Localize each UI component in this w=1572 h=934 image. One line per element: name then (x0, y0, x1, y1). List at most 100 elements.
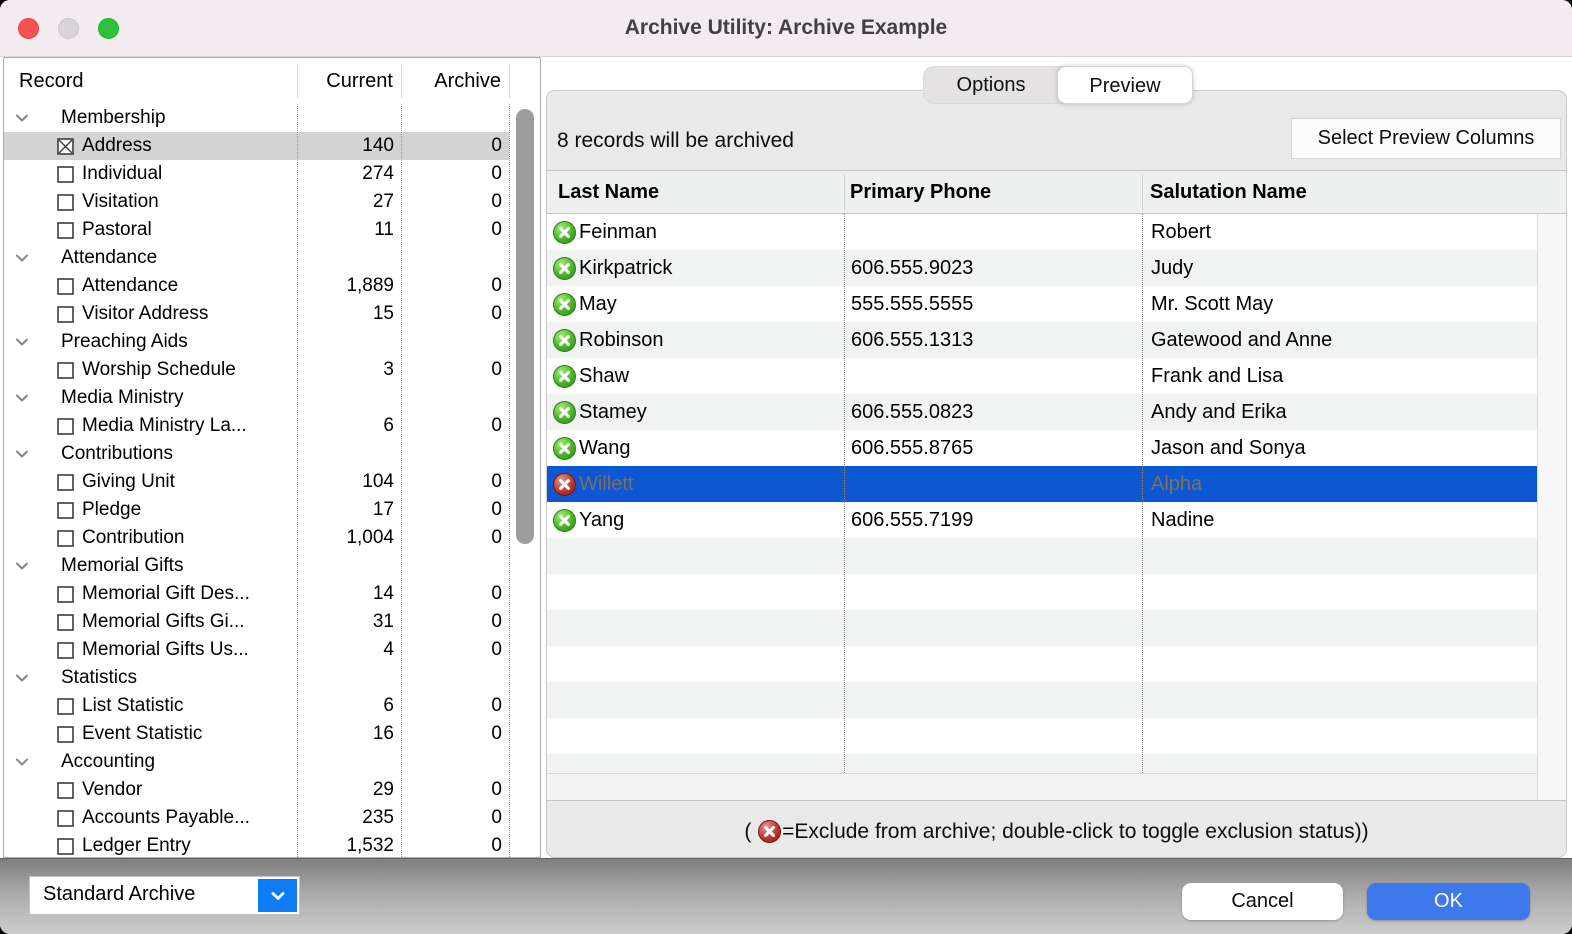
tree-group-row[interactable]: Accounting (4, 748, 509, 776)
chevron-down-icon[interactable] (13, 109, 31, 127)
column-header-primary-phone[interactable]: Primary Phone (850, 181, 991, 204)
checkbox-unchecked-icon[interactable] (57, 641, 74, 659)
preview-table-empty-row[interactable] (547, 682, 1537, 718)
chevron-down-icon[interactable] (13, 445, 31, 463)
tree-group-row[interactable]: Preaching Aids (4, 328, 509, 356)
preview-table-row[interactable]: Stamey 606.555.0823 Andy and Erika (547, 394, 1537, 430)
tree-item-row[interactable]: Memorial Gift Des... 14 0 (4, 580, 509, 608)
include-x-icon[interactable] (553, 292, 576, 316)
chevron-down-icon[interactable] (13, 333, 31, 351)
tree-group-row[interactable]: Statistics (4, 664, 509, 692)
tree-item-row[interactable]: Visitor Address 15 0 (4, 300, 509, 328)
tab-options[interactable]: Options (924, 67, 1058, 103)
preview-table-row[interactable]: Kirkpatrick 606.555.9023 Judy (547, 250, 1537, 286)
checkbox-unchecked-icon[interactable] (57, 837, 74, 855)
tree-item-row[interactable]: Event Statistic 16 0 (4, 720, 509, 748)
checkbox-unchecked-icon[interactable] (57, 809, 74, 827)
checkbox-unchecked-icon[interactable] (57, 277, 74, 295)
column-header-archive[interactable]: Archive (399, 70, 501, 93)
checkbox-unchecked-icon[interactable] (57, 501, 74, 519)
tree-item-row[interactable]: Memorial Gifts Gi... 31 0 (4, 608, 509, 636)
tree-archive-count: 0 (491, 163, 502, 184)
preview-table-row[interactable]: Wang 606.555.8765 Jason and Sonya (547, 430, 1537, 466)
include-x-icon[interactable] (553, 400, 576, 424)
archive-type-combobox[interactable]: Standard Archive (29, 876, 300, 915)
include-x-icon[interactable] (553, 220, 576, 244)
checkbox-unchecked-icon[interactable] (57, 361, 74, 379)
include-x-icon[interactable] (553, 508, 576, 532)
preview-table-empty-row[interactable] (547, 646, 1537, 682)
checkbox-checked-icon[interactable] (57, 137, 74, 155)
tree-item-row[interactable]: Vendor 29 0 (4, 776, 509, 804)
tree-group-row[interactable]: Membership (4, 104, 509, 132)
checkbox-unchecked-icon[interactable] (57, 193, 74, 211)
preview-table-row[interactable]: May 555.555.5555 Mr. Scott May (547, 286, 1537, 322)
tree-item-row[interactable]: Worship Schedule 3 0 (4, 356, 509, 384)
column-header-record[interactable]: Record (19, 70, 83, 93)
chevron-down-icon[interactable] (13, 389, 31, 407)
checkbox-unchecked-icon[interactable] (57, 221, 74, 239)
tree-item-row[interactable]: Giving Unit 104 0 (4, 468, 509, 496)
preview-table-empty-row[interactable] (547, 718, 1537, 754)
checkbox-unchecked-icon[interactable] (57, 165, 74, 183)
tree-item-row[interactable]: Media Ministry La... 6 0 (4, 412, 509, 440)
close-button-icon[interactable] (18, 18, 39, 39)
tree-item-row[interactable]: List Statistic 6 0 (4, 692, 509, 720)
checkbox-unchecked-icon[interactable] (57, 473, 74, 491)
titlebar[interactable]: Archive Utility: Archive Example (0, 0, 1572, 57)
checkbox-unchecked-icon[interactable] (57, 725, 74, 743)
column-header-last-name[interactable]: Last Name (558, 181, 659, 204)
tree-group-label: Statistics (61, 667, 138, 688)
include-x-icon[interactable] (553, 436, 576, 460)
cancel-button[interactable]: Cancel (1182, 883, 1343, 920)
preview-table-row[interactable]: Shaw Frank and Lisa (547, 358, 1537, 394)
preview-table-empty-row[interactable] (547, 610, 1537, 646)
include-x-icon[interactable] (553, 328, 576, 352)
checkbox-unchecked-icon[interactable] (57, 585, 74, 603)
checkbox-unchecked-icon[interactable] (57, 529, 74, 547)
checkbox-unchecked-icon[interactable] (57, 781, 74, 799)
chevron-down-icon[interactable] (13, 753, 31, 771)
include-x-icon[interactable] (553, 256, 576, 280)
chevron-down-icon[interactable] (13, 557, 31, 575)
tree-item-row[interactable]: Address 140 0 (4, 132, 509, 160)
tree-scrollbar-thumb[interactable] (516, 109, 534, 544)
exclude-x-icon[interactable] (553, 472, 576, 496)
tree-item-row[interactable]: Pledge 17 0 (4, 496, 509, 524)
tree-item-row[interactable]: Accounts Payable... 235 0 (4, 804, 509, 832)
checkbox-unchecked-icon[interactable] (57, 697, 74, 715)
include-x-icon[interactable] (553, 364, 576, 388)
column-header-current[interactable]: Current (295, 70, 393, 93)
select-preview-columns-button[interactable]: Select Preview Columns (1291, 118, 1561, 159)
tree-item-row[interactable]: Ledger Entry 1,532 0 (4, 832, 509, 857)
preview-table-empty-row[interactable] (547, 538, 1537, 574)
checkbox-unchecked-icon[interactable] (57, 613, 74, 631)
checkbox-unchecked-icon[interactable] (57, 417, 74, 435)
preview-table-empty-row[interactable] (547, 754, 1537, 773)
preview-table-row[interactable]: Robinson 606.555.1313 Gatewood and Anne (547, 322, 1537, 358)
tree-group-row[interactable]: Memorial Gifts (4, 552, 509, 580)
combobox-dropdown-button[interactable] (258, 879, 297, 912)
tree-archive-count: 0 (491, 527, 502, 548)
preview-table-row[interactable]: Feinman Robert (547, 214, 1537, 250)
tree-group-row[interactable]: Attendance (4, 244, 509, 272)
column-header-salutation-name[interactable]: Salutation Name (1150, 181, 1307, 204)
tab-preview[interactable]: Preview (1057, 66, 1193, 104)
tree-item-row[interactable]: Visitation 27 0 (4, 188, 509, 216)
tree-item-row[interactable]: Memorial Gifts Us... 4 0 (4, 636, 509, 664)
zoom-button-icon[interactable] (98, 18, 119, 39)
tree-item-row[interactable]: Attendance 1,889 0 (4, 272, 509, 300)
tree-group-row[interactable]: Media Ministry (4, 384, 509, 412)
ok-button[interactable]: OK (1367, 883, 1530, 920)
tree-item-row[interactable]: Contribution 1,004 0 (4, 524, 509, 552)
tree-item-row[interactable]: Individual 274 0 (4, 160, 509, 188)
preview-table-row[interactable]: Yang 606.555.7199 Nadine (547, 502, 1537, 538)
checkbox-unchecked-icon[interactable] (57, 305, 74, 323)
tree-group-row[interactable]: Contributions (4, 440, 509, 468)
chevron-down-icon[interactable] (13, 669, 31, 687)
preview-table-empty-row[interactable] (547, 574, 1537, 610)
chevron-down-icon[interactable] (13, 249, 31, 267)
minimize-button-icon[interactable] (58, 18, 79, 39)
tree-item-row[interactable]: Pastoral 11 0 (4, 216, 509, 244)
preview-table-row[interactable]: Willett Alpha (547, 466, 1537, 502)
